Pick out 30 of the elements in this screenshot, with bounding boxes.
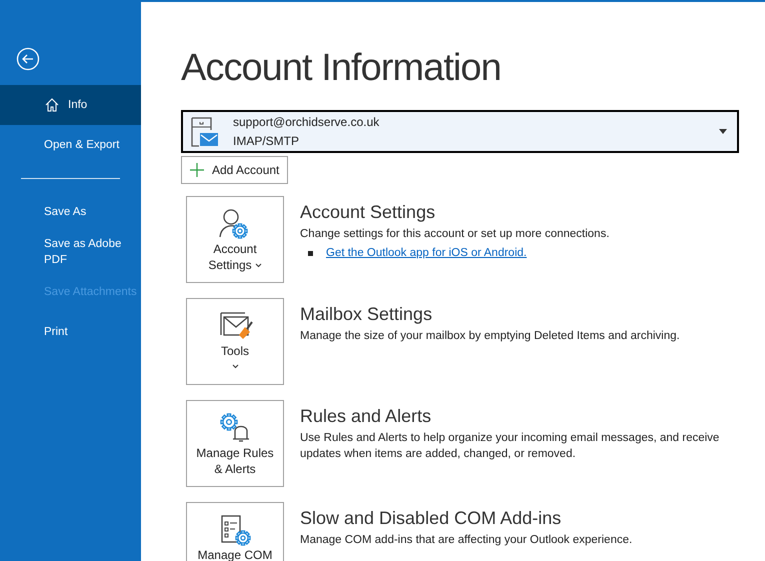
caret-icon <box>232 364 238 369</box>
back-button[interactable] <box>16 47 40 71</box>
sidebar-item[interactable]: Save As <box>0 192 141 232</box>
page-title: Account Information <box>181 46 502 91</box>
account-dropdown[interactable]: support@orchidserve.co.uk IMAP/SMTP <box>181 110 739 153</box>
bullet-icon <box>308 251 313 256</box>
sidebar-item[interactable]: Print <box>0 312 141 352</box>
sidebar-item[interactable]: Save as Adobe PDF <box>0 232 141 272</box>
section-tile-button[interactable]: Tools <box>186 298 284 385</box>
section-description: Use Rules and Alerts to help organize your incoming email messages, and receive updates when items are added, changed, or removed. <box>300 431 720 462</box>
dropdown-caret-icon <box>719 129 727 134</box>
section-description: Change settings for this account or set up more connections. <box>300 227 610 242</box>
section-heading: Rules and Alerts <box>300 405 432 428</box>
account-email: support@orchidserve.co.uk <box>233 114 380 130</box>
section-description: Manage COM add-ins that are affecting your Outlook experience. <box>300 533 632 548</box>
section-description: Manage the size of your mailbox by emptying Deleted Items and archiving. <box>300 329 680 344</box>
section-tile-button[interactable]: Account Settings <box>186 196 284 283</box>
section-heading: Account Settings <box>300 201 436 224</box>
plus-icon <box>190 163 204 177</box>
caret-icon <box>254 262 262 268</box>
account-type: IMAP/SMTP <box>233 132 300 150</box>
home-icon <box>44 97 60 113</box>
sidebar-item[interactable]: Info <box>0 85 141 125</box>
section-tile-button[interactable]: Manage Rules & Alerts <box>186 400 284 487</box>
sidebar-item[interactable]: Open & Export <box>0 125 141 165</box>
add-account-button[interactable]: Add Account <box>181 156 288 184</box>
mailbox-icon <box>191 116 219 146</box>
section-heading: Mailbox Settings <box>300 303 434 326</box>
section-heading: Slow and Disabled COM Add-ins <box>300 507 562 530</box>
outlook-app-link[interactable]: Get the Outlook app for iOS or Android. <box>326 245 527 262</box>
